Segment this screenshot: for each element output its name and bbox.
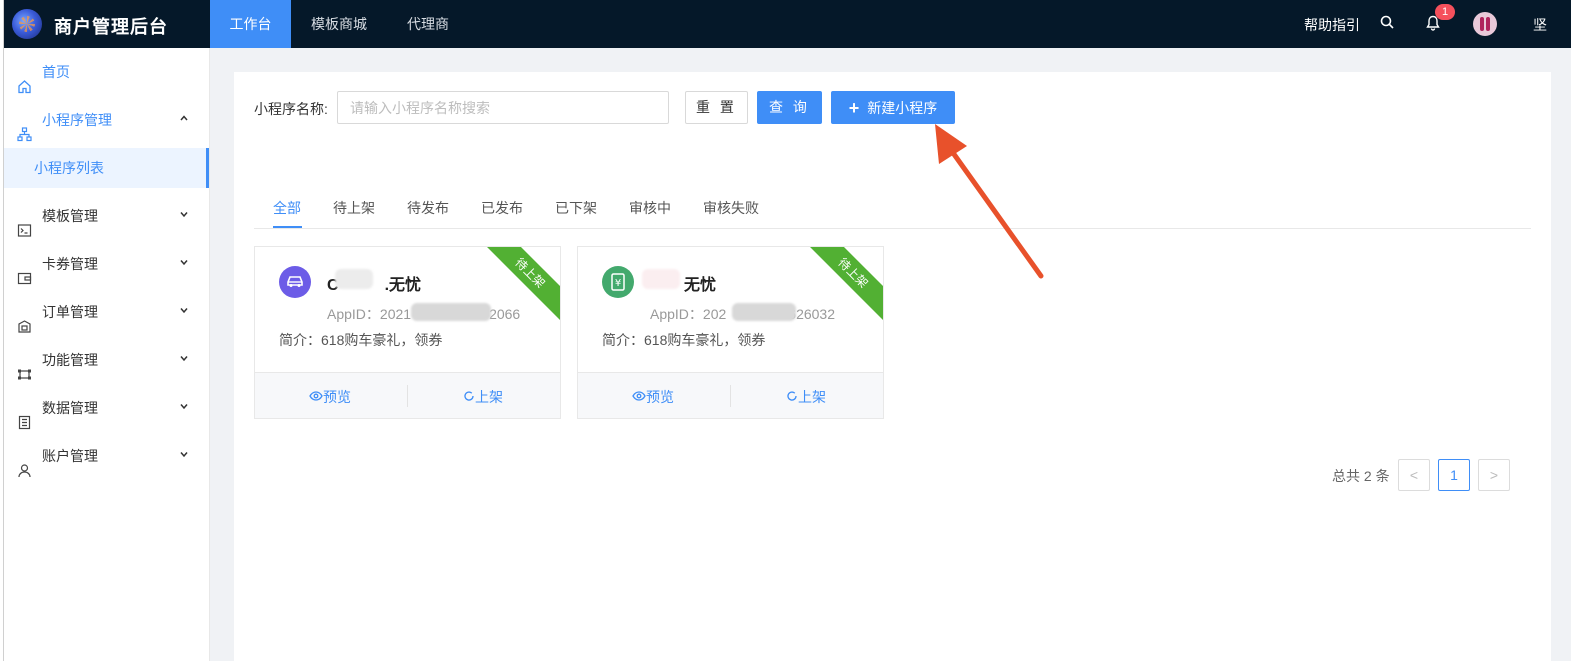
window-edge — [0, 0, 4, 661]
tab-pending-publish[interactable]: 待发布 — [407, 198, 449, 218]
sidebar-subitem-miniprogram-list[interactable]: 小程序列表 — [0, 148, 209, 188]
sidebar-item-account[interactable]: 账户管理 — [0, 432, 209, 480]
redacted-blur — [642, 269, 680, 289]
sidebar-item-label: 数据管理 — [42, 400, 98, 416]
search-input[interactable] — [337, 91, 669, 124]
chevron-down-icon — [179, 432, 189, 480]
sidebar-item-function[interactable]: 功能管理 — [0, 336, 209, 384]
yuan-icon: ¥ — [602, 266, 634, 298]
chevron-down-icon — [179, 192, 189, 240]
chevron-up-icon — [179, 96, 189, 144]
plus-icon: + — [848, 98, 860, 118]
car-icon — [279, 266, 311, 298]
redacted-blur — [411, 303, 491, 321]
footer-divider — [730, 385, 731, 407]
card-footer: 预览 上架 — [578, 372, 883, 418]
card-title-suffix: .无忧 — [384, 277, 422, 294]
help-guide-link[interactable]: 帮助指引 — [1304, 15, 1360, 35]
sidebar-item-data[interactable]: 数据管理 — [0, 384, 209, 432]
annotation-arrow — [935, 124, 1044, 279]
tab-review-failed[interactable]: 审核失败 — [703, 198, 759, 218]
eye-icon — [632, 391, 646, 401]
user-icon — [17, 449, 32, 478]
card-intro: 简介：618购车豪礼，领券 — [602, 332, 766, 348]
tabs-divider — [254, 228, 1531, 229]
order-icon — [17, 305, 32, 333]
publish-label: 上架 — [798, 389, 826, 405]
card-appid-prefix: AppID：202 — [650, 306, 727, 322]
refresh-icon — [464, 391, 474, 401]
redacted-blur — [732, 303, 796, 321]
redacted-blur — [335, 269, 373, 289]
sidebar-item-label: 订单管理 — [42, 304, 98, 320]
tab-workbench[interactable]: 工作台 — [210, 0, 291, 48]
card-footer: 预览 上架 — [255, 372, 560, 418]
sidebar-item-template[interactable]: 模板管理 — [0, 192, 209, 240]
eye-icon — [309, 391, 323, 401]
sidebar-item-home[interactable]: 首页 — [0, 48, 209, 96]
preview-button[interactable]: 预览 — [309, 387, 351, 407]
sidebar-subitem-label: 小程序列表 — [34, 160, 104, 176]
app-title: 商户管理后台 — [54, 17, 168, 37]
sidebar-item-miniprogram[interactable]: 小程序管理 — [0, 96, 209, 144]
sidebar-item-order[interactable]: 订单管理 — [0, 288, 209, 336]
search-label: 小程序名称: — [254, 101, 328, 117]
sidebar-item-label: 模板管理 — [42, 208, 98, 224]
top-navbar: 商户管理后台 工作台 模板商城 代理商 帮助指引 1 坚 — [0, 0, 1571, 48]
reset-button[interactable]: 重 置 — [685, 91, 748, 124]
chevron-down-icon — [179, 336, 189, 384]
sidebar-item-label: 功能管理 — [42, 352, 98, 368]
sitemap-icon — [17, 113, 32, 142]
search-icon[interactable] — [1380, 15, 1394, 32]
card-appid-suffix: 2066 — [489, 306, 521, 322]
tab-reviewing[interactable]: 审核中 — [629, 198, 671, 218]
chevron-down-icon — [179, 240, 189, 288]
sidebar: 首页 小程序管理 小程序列表 模板管理 卡券管理 订单管理 功能管理 数据管理 … — [0, 48, 210, 661]
tab-pending-list[interactable]: 待上架 — [333, 198, 375, 218]
card-intro: 简介：618购车豪礼，领券 — [279, 332, 443, 348]
chevron-down-icon — [179, 288, 189, 336]
sidebar-item-label: 账户管理 — [42, 448, 98, 464]
chevron-down-icon — [179, 384, 189, 432]
terminal-icon — [17, 209, 32, 237]
publish-button[interactable]: 上架 — [463, 387, 503, 407]
tab-all[interactable]: 全部 — [273, 198, 301, 218]
page-number-button[interactable]: 1 — [1438, 459, 1470, 491]
home-icon — [17, 65, 32, 94]
prev-page-button[interactable]: < — [1398, 459, 1430, 491]
data-icon — [17, 401, 32, 430]
avatar[interactable] — [1473, 12, 1497, 36]
publish-button[interactable]: 上架 — [786, 387, 826, 407]
tab-agent[interactable]: 代理商 — [390, 0, 466, 48]
footer-divider — [407, 385, 408, 407]
card-title-suffix: 无忧 — [684, 277, 717, 294]
miniprogram-card: C .无忧 AppID：2021 2066 简介：618购车豪礼，领券 待上架 预览… — [254, 246, 561, 419]
miniprogram-card: ¥ 无忧 AppID：202 626032 简介：618购车豪礼，领券 待上架 预… — [577, 246, 884, 419]
refresh-icon — [787, 391, 797, 401]
preview-button[interactable]: 预览 — [632, 387, 674, 407]
query-button[interactable]: 查 询 — [757, 91, 822, 124]
next-page-button[interactable]: > — [1478, 459, 1510, 491]
card-appid-prefix: AppID：2021 — [327, 306, 412, 322]
wallet-icon — [17, 257, 32, 285]
function-icon — [17, 353, 32, 380]
sidebar-item-coupon[interactable]: 卡券管理 — [0, 240, 209, 288]
tab-delisted[interactable]: 已下架 — [555, 198, 597, 218]
preview-label: 预览 — [323, 389, 351, 405]
sidebar-item-label: 小程序管理 — [42, 112, 112, 128]
notification-badge: 1 — [1435, 4, 1455, 20]
pagination-total: 总共 2 条 — [1332, 468, 1390, 484]
tab-template-mall[interactable]: 模板商城 — [297, 0, 381, 48]
active-tab-indicator — [273, 226, 302, 228]
sidebar-item-label: 卡券管理 — [42, 256, 98, 272]
new-miniprogram-label: 新建小程序 — [867, 100, 938, 116]
logo-icon — [12, 9, 42, 39]
tab-published[interactable]: 已发布 — [481, 198, 523, 218]
sidebar-item-label: 首页 — [42, 64, 70, 80]
user-name[interactable]: 坚 — [1533, 15, 1547, 35]
publish-label: 上架 — [475, 389, 503, 405]
preview-label: 预览 — [646, 389, 674, 405]
svg-text:¥: ¥ — [615, 278, 621, 289]
